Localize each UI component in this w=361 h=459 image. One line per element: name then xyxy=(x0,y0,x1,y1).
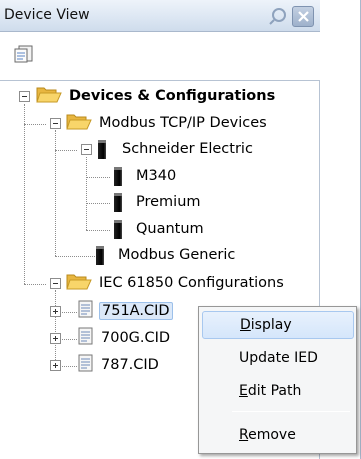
tree-node-premium[interactable]: Premium xyxy=(114,190,203,214)
tree-node-label: Modbus TCP/IP Devices xyxy=(99,115,267,131)
device-view-panel: Device View Devices & Configurations Mod… xyxy=(0,0,361,459)
open-folder-icon xyxy=(66,272,92,294)
tree-line xyxy=(86,157,87,230)
tree-line xyxy=(55,130,56,256)
tree-node-700g-cid[interactable]: 700G.CID xyxy=(78,326,172,350)
menu-item-display[interactable]: Display xyxy=(202,311,354,339)
tree-node-schneider-electric[interactable]: Schneider Electric xyxy=(98,137,255,161)
file-icon xyxy=(78,327,94,349)
tree-node-quantum[interactable]: Quantum xyxy=(114,217,206,241)
pin-icon[interactable] xyxy=(268,6,288,26)
collapse-toggle[interactable] xyxy=(50,118,61,129)
tree-node-751a-cid[interactable]: 751A.CID xyxy=(78,299,173,323)
tree-line xyxy=(86,230,110,231)
device-icon xyxy=(114,192,122,212)
tree-node-label: Quantum xyxy=(136,221,204,237)
collapse-toggle[interactable] xyxy=(19,91,30,102)
tree-node-label: Devices & Configurations xyxy=(69,88,276,104)
collapse-toggle[interactable] xyxy=(50,278,61,289)
tree-node-devices-configurations[interactable]: Devices & Configurations xyxy=(36,84,277,108)
device-icon xyxy=(96,245,104,265)
tree-node-label: Schneider Electric xyxy=(122,141,253,157)
expand-toggle[interactable] xyxy=(50,333,61,344)
menu-item-update-ied[interactable]: Update IED xyxy=(202,344,354,372)
menu-item-edit-path[interactable]: Edit Path xyxy=(202,377,354,405)
tree-line xyxy=(55,290,56,366)
tree-line xyxy=(86,177,110,178)
tree-node-m340[interactable]: M340 xyxy=(114,164,178,188)
tree-line xyxy=(24,124,46,125)
tree-line xyxy=(24,284,46,285)
tree-node-label: M340 xyxy=(136,168,177,184)
expand-toggle[interactable] xyxy=(50,306,61,317)
collapse-toggle[interactable] xyxy=(81,144,92,155)
close-button[interactable] xyxy=(292,6,314,27)
open-folder-icon xyxy=(66,112,92,134)
file-icon xyxy=(78,354,94,376)
context-menu: Display Update IED Edit Path Remove xyxy=(198,306,357,454)
tree-node-modbus-tcp-ip-devices[interactable]: Modbus TCP/IP Devices xyxy=(66,111,269,135)
panel-title: Device View xyxy=(4,7,90,23)
tree-node-label: 787.CID xyxy=(101,357,159,373)
tree-node-label: 700G.CID xyxy=(101,330,171,346)
device-icon xyxy=(114,219,122,239)
tree-line xyxy=(55,150,77,151)
tree-line xyxy=(24,104,25,284)
tree-node-iec-61850-configurations[interactable]: IEC 61850 Configurations xyxy=(66,271,286,295)
tree-node-label: Premium xyxy=(136,194,201,210)
tree-node-label: 751A.CID xyxy=(99,302,173,320)
properties-icon[interactable] xyxy=(14,44,34,64)
device-icon xyxy=(114,166,122,186)
tree-node-label: IEC 61850 Configurations xyxy=(99,275,284,291)
open-folder-icon xyxy=(36,85,62,107)
expand-toggle[interactable] xyxy=(50,360,61,371)
tree-line xyxy=(55,256,95,257)
tree-node-label: Modbus Generic xyxy=(118,247,236,263)
menu-separator xyxy=(232,411,350,412)
file-icon xyxy=(78,300,94,322)
panel-titlebar: Device View xyxy=(0,0,320,32)
tree-line xyxy=(86,203,110,204)
tree-node-787-cid[interactable]: 787.CID xyxy=(78,353,161,377)
tree-node-modbus-generic[interactable]: Modbus Generic xyxy=(96,243,237,267)
menu-item-remove[interactable]: Remove xyxy=(202,421,354,449)
device-icon xyxy=(98,139,106,159)
close-icon xyxy=(298,11,309,22)
